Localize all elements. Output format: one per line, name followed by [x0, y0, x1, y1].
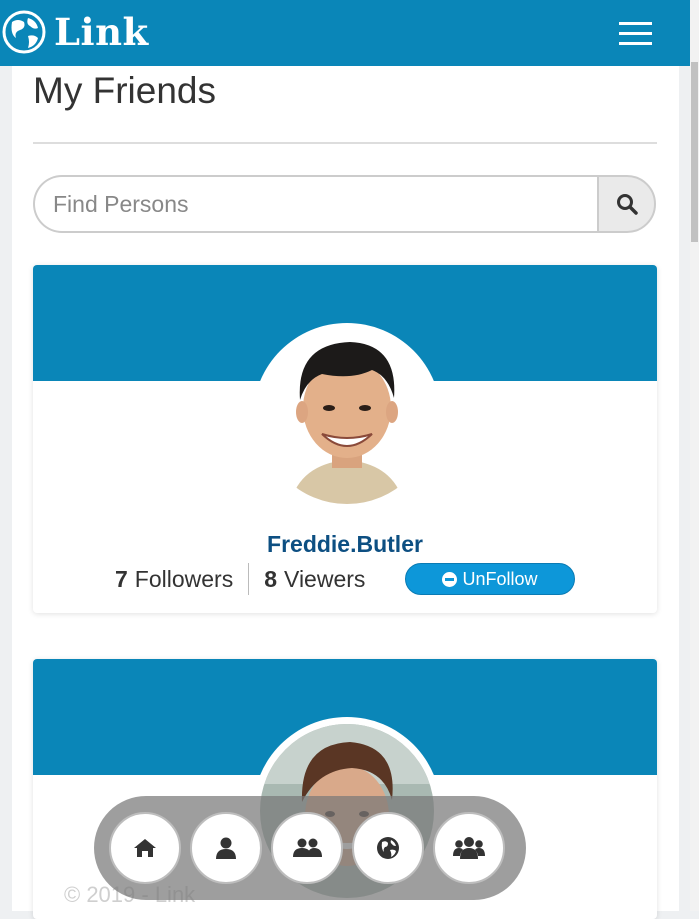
unfollow-button[interactable]: UnFollow — [405, 563, 575, 595]
page-title: My Friends — [33, 70, 216, 111]
app-logo[interactable]: Link — [2, 10, 149, 54]
minus-circle-icon — [442, 571, 458, 587]
friend-card: Freddie.Butler 7 Followers 8 Viewers UnF… — [33, 265, 657, 613]
globe-logo-icon — [2, 10, 46, 54]
search-bar — [33, 175, 656, 233]
viewers-label: Viewers — [284, 565, 366, 592]
top-navbar: Link — [0, 0, 690, 66]
main-content: My Friends Find Persons Freddie.Butler 7… — [12, 66, 679, 919]
scrollbar-thumb[interactable] — [691, 62, 698, 242]
viewers-count: 8 — [264, 565, 278, 592]
menu-bar — [618, 21, 652, 25]
stats-separator — [248, 563, 250, 595]
brand-name: Link — [54, 10, 149, 54]
nav-profile-button[interactable] — [190, 812, 262, 884]
group-icon — [453, 837, 485, 859]
unfollow-label: UnFollow — [462, 568, 538, 589]
menu-bar — [618, 31, 652, 35]
menu-bar — [618, 41, 652, 45]
title-divider — [33, 142, 657, 144]
user-icon — [216, 837, 236, 859]
menu-toggle-button[interactable] — [610, 14, 660, 52]
avatar[interactable] — [260, 330, 434, 504]
followers-count: 7 — [115, 565, 128, 592]
search-button[interactable] — [597, 175, 656, 233]
nav-groups-button[interactable] — [433, 812, 505, 884]
search-icon — [616, 194, 638, 215]
globe-icon — [377, 837, 399, 859]
friends-icon — [293, 838, 322, 857]
avatar-frame — [253, 323, 441, 511]
nav-friends-button[interactable] — [271, 812, 343, 884]
followers-label: Followers — [134, 565, 234, 592]
bottom-floating-nav — [94, 796, 526, 900]
nav-home-button[interactable] — [109, 812, 181, 884]
friend-username[interactable]: Freddie.Butler — [33, 531, 657, 558]
search-input[interactable] — [33, 175, 597, 233]
page-scrollbar[interactable] — [690, 0, 699, 911]
avatar-photo — [260, 330, 434, 504]
friend-stats: 7 Followers 8 Viewers — [115, 562, 365, 596]
nav-explore-button[interactable] — [352, 812, 424, 884]
home-icon — [134, 839, 156, 857]
